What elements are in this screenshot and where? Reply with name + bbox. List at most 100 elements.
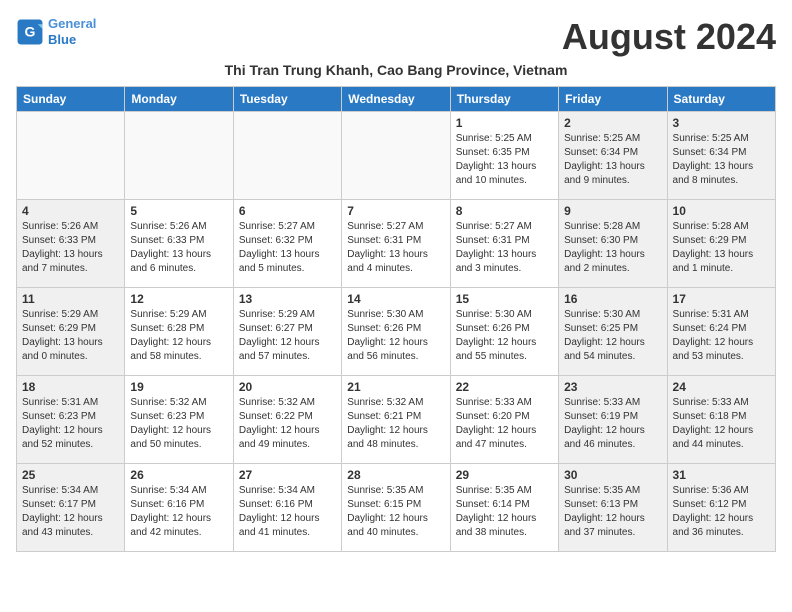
day-info: Sunrise: 5:28 AMSunset: 6:30 PMDaylight:…	[564, 220, 661, 276]
day-number: 29	[456, 468, 553, 482]
day-number: 6	[239, 204, 336, 218]
calendar-cell	[125, 112, 233, 200]
week-row-1: 1Sunrise: 5:25 AMSunset: 6:35 PMDaylight…	[17, 112, 776, 200]
day-info: Sunrise: 5:29 AMSunset: 6:29 PMDaylight:…	[22, 308, 119, 364]
day-number: 15	[456, 292, 553, 306]
day-info: Sunrise: 5:26 AMSunset: 6:33 PMDaylight:…	[22, 220, 119, 276]
day-number: 20	[239, 380, 336, 394]
calendar-cell: 12Sunrise: 5:29 AMSunset: 6:28 PMDayligh…	[125, 288, 233, 376]
day-number: 13	[239, 292, 336, 306]
logo-line2: Blue	[48, 32, 76, 47]
day-number: 5	[130, 204, 227, 218]
calendar-cell: 31 Sunrise: 5:36 AMSunset: 6:12 PMDayligh…	[667, 464, 775, 552]
day-info: Sunrise: 5:31 AMSunset: 6:23 PMDaylight:…	[22, 396, 119, 452]
calendar-cell: 6 Sunrise: 5:27 AMSunset: 6:32 PMDaylight…	[233, 200, 341, 288]
day-number: 11	[22, 292, 119, 306]
day-number: 28	[347, 468, 444, 482]
day-number: 26	[130, 468, 227, 482]
day-info: Sunrise: 5:34 AMSunset: 6:17 PMDaylight:…	[22, 484, 119, 540]
day-number: 16	[564, 292, 661, 306]
calendar-cell: 2Sunrise: 5:25 AMSunset: 6:34 PMDaylight…	[559, 112, 667, 200]
day-info: Sunrise: 5:34 AMSunset: 6:16 PMDaylight:…	[130, 484, 227, 540]
weekday-header-saturday: Saturday	[667, 87, 775, 112]
calendar-cell	[17, 112, 125, 200]
calendar-cell: 30 Sunrise: 5:35 AMSunset: 6:13 PMDayligh…	[559, 464, 667, 552]
day-info: Sunrise: 5:27 AMSunset: 6:31 PMDaylight:…	[456, 220, 553, 276]
calendar-cell: 9Sunrise: 5:28 AMSunset: 6:30 PMDaylight…	[559, 200, 667, 288]
calendar-table: SundayMondayTuesdayWednesdayThursdayFrid…	[16, 86, 776, 552]
calendar-cell: 8 Sunrise: 5:27 AMSunset: 6:31 PMDaylight…	[450, 200, 558, 288]
day-number: 19	[130, 380, 227, 394]
day-info: Sunrise: 5:32 AMSunset: 6:22 PMDaylight:…	[239, 396, 336, 452]
calendar-cell: 22 Sunrise: 5:33 AMSunset: 6:20 PMDayligh…	[450, 376, 558, 464]
day-info: Sunrise: 5:27 AMSunset: 6:32 PMDaylight:…	[239, 220, 336, 276]
day-number: 17	[673, 292, 770, 306]
svg-text:G: G	[25, 23, 36, 39]
day-number: 27	[239, 468, 336, 482]
day-number: 14	[347, 292, 444, 306]
day-info: Sunrise: 5:36 AMSunset: 6:12 PMDaylight:…	[673, 484, 770, 540]
day-info: Sunrise: 5:28 AMSunset: 6:29 PMDaylight:…	[673, 220, 770, 276]
calendar-cell: 15 Sunrise: 5:30 AMSunset: 6:26 PMDayligh…	[450, 288, 558, 376]
logo: G General Blue	[16, 16, 96, 47]
calendar-cell: 20 Sunrise: 5:32 AMSunset: 6:22 PMDayligh…	[233, 376, 341, 464]
day-number: 3	[673, 116, 770, 130]
day-info: Sunrise: 5:35 AMSunset: 6:14 PMDaylight:…	[456, 484, 553, 540]
day-number: 24	[673, 380, 770, 394]
logo-icon: G	[16, 18, 44, 46]
day-info: Sunrise: 5:26 AMSunset: 6:33 PMDaylight:…	[130, 220, 227, 276]
calendar-cell: 18 Sunrise: 5:31 AMSunset: 6:23 PMDayligh…	[17, 376, 125, 464]
calendar-cell: 3 Sunrise: 5:25 AMSunset: 6:34 PMDaylight…	[667, 112, 775, 200]
day-number: 25	[22, 468, 119, 482]
day-info: Sunrise: 5:30 AMSunset: 6:26 PMDaylight:…	[456, 308, 553, 364]
calendar-cell: 7Sunrise: 5:27 AMSunset: 6:31 PMDaylight…	[342, 200, 450, 288]
calendar-cell: 10 Sunrise: 5:28 AMSunset: 6:29 PMDayligh…	[667, 200, 775, 288]
day-number: 21	[347, 380, 444, 394]
calendar-cell: 16Sunrise: 5:30 AMSunset: 6:25 PMDayligh…	[559, 288, 667, 376]
week-row-5: 25 Sunrise: 5:34 AMSunset: 6:17 PMDayligh…	[17, 464, 776, 552]
calendar-cell: 25 Sunrise: 5:34 AMSunset: 6:17 PMDayligh…	[17, 464, 125, 552]
day-info: Sunrise: 5:29 AMSunset: 6:27 PMDaylight:…	[239, 308, 336, 364]
day-number: 10	[673, 204, 770, 218]
day-number: 18	[22, 380, 119, 394]
day-number: 31	[673, 468, 770, 482]
weekday-header-wednesday: Wednesday	[342, 87, 450, 112]
day-info: Sunrise: 5:33 AMSunset: 6:18 PMDaylight:…	[673, 396, 770, 452]
weekday-header-sunday: Sunday	[17, 87, 125, 112]
calendar-cell: 11 Sunrise: 5:29 AMSunset: 6:29 PMDayligh…	[17, 288, 125, 376]
day-info: Sunrise: 5:25 AMSunset: 6:34 PMDaylight:…	[673, 132, 770, 188]
calendar-cell: 17 Sunrise: 5:31 AMSunset: 6:24 PMDayligh…	[667, 288, 775, 376]
day-info: Sunrise: 5:33 AMSunset: 6:20 PMDaylight:…	[456, 396, 553, 452]
day-number: 4	[22, 204, 119, 218]
day-number: 8	[456, 204, 553, 218]
calendar-cell: 13 Sunrise: 5:29 AMSunset: 6:27 PMDayligh…	[233, 288, 341, 376]
calendar-cell: 26 Sunrise: 5:34 AMSunset: 6:16 PMDayligh…	[125, 464, 233, 552]
day-number: 2	[564, 116, 661, 130]
day-info: Sunrise: 5:35 AMSunset: 6:13 PMDaylight:…	[564, 484, 661, 540]
day-number: 22	[456, 380, 553, 394]
calendar-cell: 19Sunrise: 5:32 AMSunset: 6:23 PMDayligh…	[125, 376, 233, 464]
day-number: 12	[130, 292, 227, 306]
day-number: 23	[564, 380, 661, 394]
weekday-header-friday: Friday	[559, 87, 667, 112]
logo-line1: General	[48, 16, 96, 31]
calendar-cell: 29 Sunrise: 5:35 AMSunset: 6:14 PMDayligh…	[450, 464, 558, 552]
calendar-cell: 1Sunrise: 5:25 AMSunset: 6:35 PMDaylight…	[450, 112, 558, 200]
weekday-header-monday: Monday	[125, 87, 233, 112]
calendar-cell: 23 Sunrise: 5:33 AMSunset: 6:19 PMDayligh…	[559, 376, 667, 464]
weekday-header-thursday: Thursday	[450, 87, 558, 112]
calendar-cell	[342, 112, 450, 200]
day-number: 30	[564, 468, 661, 482]
day-info: Sunrise: 5:30 AMSunset: 6:26 PMDaylight:…	[347, 308, 444, 364]
day-number: 7	[347, 204, 444, 218]
day-info: Sunrise: 5:33 AMSunset: 6:19 PMDaylight:…	[564, 396, 661, 452]
calendar-cell: 24 Sunrise: 5:33 AMSunset: 6:18 PMDayligh…	[667, 376, 775, 464]
calendar-subtitle: Thi Tran Trung Khanh, Cao Bang Province,…	[16, 62, 776, 78]
day-number: 1	[456, 116, 553, 130]
calendar-cell: 27Sunrise: 5:34 AMSunset: 6:16 PMDayligh…	[233, 464, 341, 552]
day-info: Sunrise: 5:35 AMSunset: 6:15 PMDaylight:…	[347, 484, 444, 540]
day-info: Sunrise: 5:31 AMSunset: 6:24 PMDaylight:…	[673, 308, 770, 364]
week-row-2: 4 Sunrise: 5:26 AMSunset: 6:33 PMDaylight…	[17, 200, 776, 288]
calendar-cell	[233, 112, 341, 200]
logo-text: General Blue	[48, 16, 96, 47]
